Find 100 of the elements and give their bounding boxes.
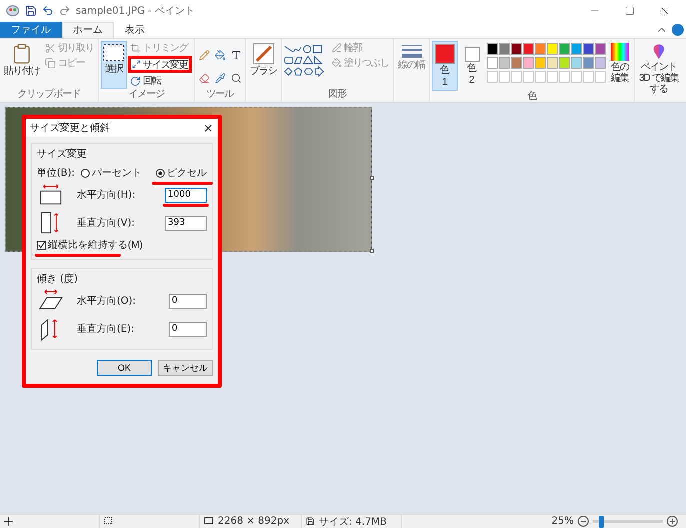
color-spectrum-icon bbox=[611, 43, 629, 61]
empty-color-slot[interactable] bbox=[487, 71, 498, 83]
select-button[interactable]: 選択 bbox=[101, 41, 127, 89]
image-dimensions: 2268 × 892px bbox=[218, 516, 290, 527]
unit-label: 単位(B): bbox=[37, 167, 76, 180]
clipboard-icon bbox=[11, 43, 33, 65]
pipette-icon bbox=[214, 72, 226, 84]
line-width-icon bbox=[400, 43, 422, 59]
pen-icon bbox=[332, 43, 342, 53]
palette-color[interactable] bbox=[559, 43, 570, 55]
group-label: クリップボード bbox=[16, 89, 82, 102]
palette-color[interactable] bbox=[559, 57, 570, 69]
empty-color-slot[interactable] bbox=[547, 71, 558, 83]
height-input[interactable]: 393 bbox=[165, 216, 208, 230]
palette-color[interactable] bbox=[595, 57, 606, 69]
field-label: 水平方向(O): bbox=[77, 294, 136, 308]
zoom-slider-thumb[interactable] bbox=[599, 516, 604, 528]
maximize-icon bbox=[625, 6, 635, 16]
empty-color-slot[interactable] bbox=[523, 71, 534, 83]
paint-bucket-icon bbox=[214, 50, 226, 60]
color-button[interactable]: 色 2 bbox=[459, 41, 485, 91]
empty-color-slot[interactable] bbox=[535, 71, 546, 83]
palette-color[interactable] bbox=[583, 57, 594, 69]
palette-color[interactable] bbox=[523, 43, 534, 55]
paste-button[interactable]: 貼り付け bbox=[2, 41, 42, 89]
empty-color-slot[interactable] bbox=[511, 71, 522, 83]
brush-icon bbox=[252, 43, 274, 65]
pencil-icon bbox=[198, 50, 210, 60]
ok-button[interactable]: OK bbox=[97, 360, 152, 376]
underline-mark bbox=[152, 182, 214, 185]
empty-color-slot[interactable] bbox=[583, 71, 594, 83]
zoom-level: 25% bbox=[552, 516, 574, 527]
zoom-out-button[interactable] bbox=[578, 516, 589, 527]
brush-button[interactable]: ブラシ bbox=[248, 41, 279, 102]
section-label: 傾き (度) bbox=[37, 272, 79, 286]
empty-color-slot[interactable] bbox=[559, 71, 570, 83]
palette-color[interactable] bbox=[511, 43, 522, 55]
resize-handle[interactable] bbox=[370, 249, 374, 253]
image-size-icon bbox=[204, 517, 214, 526]
palette-color[interactable] bbox=[535, 57, 546, 69]
redo-icon[interactable] bbox=[59, 5, 71, 17]
palette-color[interactable] bbox=[511, 57, 522, 69]
palette-color[interactable] bbox=[523, 57, 534, 69]
skew-vertical-input[interactable]: 0 bbox=[169, 322, 208, 336]
close-icon[interactable] bbox=[203, 122, 214, 134]
selection-icon bbox=[103, 43, 125, 63]
palette-color[interactable] bbox=[571, 57, 582, 69]
group-label: 色 bbox=[526, 91, 538, 104]
palette-color[interactable] bbox=[547, 57, 558, 69]
scissors-icon bbox=[45, 42, 56, 54]
palette-color[interactable] bbox=[547, 43, 558, 55]
resize-handle[interactable] bbox=[370, 176, 374, 180]
underline-mark bbox=[163, 204, 210, 206]
group-label: 図形 bbox=[328, 89, 348, 102]
rotate-icon bbox=[130, 76, 141, 86]
keep-ratio-checkbox[interactable]: 縦横比を維持する(M) bbox=[37, 238, 143, 252]
empty-color-slot[interactable] bbox=[595, 71, 606, 83]
palette-color[interactable] bbox=[499, 57, 510, 69]
palette-color[interactable] bbox=[535, 43, 546, 55]
field-label: 垂直方向(E): bbox=[77, 322, 134, 336]
width-input[interactable]: 1000 bbox=[165, 188, 208, 202]
paint-bucket-icon bbox=[332, 58, 342, 68]
rotate-button[interactable]: 回転 bbox=[128, 74, 192, 88]
color-button[interactable]: 色 1 bbox=[432, 41, 458, 91]
crop-icon bbox=[130, 42, 141, 54]
palette-color[interactable] bbox=[499, 43, 510, 55]
palette-color[interactable] bbox=[487, 43, 498, 55]
edit-colors-button[interactable]: 色の編集 bbox=[608, 41, 632, 91]
window-title: sample01.JPG - ペイント bbox=[76, 5, 195, 18]
file-size: サイズ: 4.7MB bbox=[319, 516, 387, 528]
empty-color-slot[interactable] bbox=[571, 71, 582, 83]
paint-app-icon bbox=[6, 5, 20, 17]
plus-icon bbox=[667, 516, 678, 527]
skew-horizontal-input[interactable]: 0 bbox=[169, 294, 208, 308]
palette-color[interactable] bbox=[571, 43, 582, 55]
magnifier-icon bbox=[230, 72, 242, 84]
unit-radio[interactable]: ピクセル bbox=[156, 166, 208, 180]
ribbon-tab[interactable]: ホーム bbox=[62, 22, 114, 38]
palette-color[interactable] bbox=[487, 57, 498, 69]
close-icon bbox=[659, 5, 671, 17]
paint-3d-button[interactable]: ペイント 3D で編集する bbox=[635, 41, 683, 97]
copy-icon bbox=[45, 58, 56, 68]
cancel-button[interactable]: キャンセル bbox=[158, 360, 214, 376]
zoom-in-button[interactable] bbox=[667, 516, 678, 527]
empty-color-slot[interactable] bbox=[499, 71, 510, 83]
undo-icon[interactable] bbox=[42, 5, 54, 17]
help-icon[interactable] bbox=[672, 24, 684, 36]
group-label: ツール bbox=[206, 89, 235, 102]
selection-size-icon bbox=[104, 517, 114, 526]
minus-icon bbox=[578, 516, 589, 527]
section-label: サイズ変更 bbox=[37, 148, 88, 161]
palette-color[interactable] bbox=[595, 43, 606, 55]
file-menu-tab[interactable]: ファイル bbox=[0, 22, 62, 38]
palette-color[interactable] bbox=[583, 43, 594, 55]
resize-icon bbox=[132, 60, 141, 69]
eraser-icon bbox=[198, 72, 210, 84]
unit-radio[interactable]: パーセント bbox=[81, 166, 142, 180]
save-icon[interactable] bbox=[25, 5, 37, 17]
resize-button[interactable]: サイズ変更 bbox=[128, 56, 192, 73]
move-cursor-icon bbox=[4, 517, 13, 526]
